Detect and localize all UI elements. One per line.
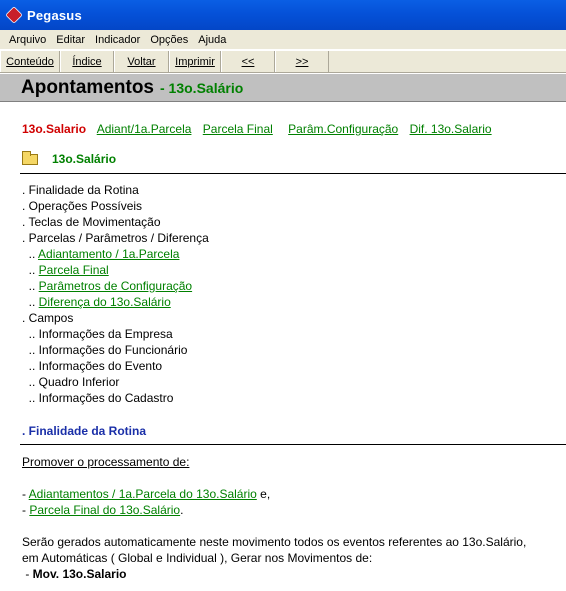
contents-button[interactable]: Conteúdo	[0, 51, 60, 72]
toc-item: .. Informações da Empresa	[22, 326, 209, 342]
toc-item-label: Quadro Inferior	[38, 375, 120, 389]
toc-item-prefix: ..	[22, 391, 39, 405]
menu-indicador[interactable]: Indicador	[90, 34, 145, 46]
toc-item: . Campos	[22, 310, 209, 326]
toc-item-prefix: ..	[22, 327, 39, 341]
divider-finalidade	[20, 444, 566, 445]
toc-item: .. Informações do Funcionário	[22, 342, 209, 358]
toc-item: . Operações Possíveis	[22, 198, 209, 214]
help-toolbar: Conteúdo Índice Voltar Imprimir << >>	[0, 50, 566, 73]
toc-item[interactable]: .. Adiantamento / 1a.Parcela	[22, 246, 209, 262]
mov-13o-salario: Mov. 13o.Salario	[32, 567, 127, 581]
item-adiantamentos: - Adiantamentos / 1a.Parcela do 13o.Salá…	[22, 486, 566, 502]
toc-item: .. Informações do Cadastro	[22, 390, 209, 406]
toc-item-prefix: ..	[22, 359, 39, 373]
toc-item-label: Finalidade da Rotina	[28, 183, 139, 197]
toc-item-label: Informações da Empresa	[38, 327, 173, 341]
toc-item: . Teclas de Movimentação	[22, 214, 209, 230]
menubar: Arquivo Editar Indicador Opções Ajuda	[0, 30, 566, 49]
folder-icon	[22, 150, 38, 165]
toc-item-prefix: .	[22, 311, 29, 325]
window-titlebar: Pegasus	[0, 0, 566, 30]
toc-item-link[interactable]: Parcela Final	[39, 263, 109, 277]
toc-item-label: Teclas de Movimentação	[28, 215, 161, 229]
menu-arquivo[interactable]: Arquivo	[4, 34, 51, 46]
pegasus-app-icon	[5, 6, 23, 24]
mov-line: - Mov. 13o.Salario	[22, 566, 566, 582]
nav-link-param-config[interactable]: Parâm.Configuração	[288, 122, 398, 136]
print-button[interactable]: Imprimir	[169, 51, 221, 72]
table-of-contents: . Finalidade da Rotina. Operações Possív…	[22, 182, 209, 406]
paragraph-line1: Serão gerados automaticamente neste movi…	[22, 535, 527, 549]
toc-item-link[interactable]: Diferença do 13o.Salário	[39, 295, 171, 309]
back-button[interactable]: Voltar	[114, 51, 169, 72]
promover-text: Promover o processamento de:	[22, 455, 190, 469]
toc-item-label: Parcelas / Parâmetros / Diferença	[28, 231, 209, 245]
previous-topic-button[interactable]: <<	[221, 51, 275, 72]
item1-prefix: -	[22, 487, 29, 501]
section-header: 13o.Salário	[22, 150, 117, 166]
toc-item: . Parcelas / Parâmetros / Diferença	[22, 230, 209, 246]
nav-link-adiant[interactable]: Adiant/1a.Parcela	[97, 122, 192, 136]
toc-item-link[interactable]: Adiantamento / 1a.Parcela	[38, 247, 179, 261]
toc-item-link[interactable]: Parâmetros de Configuração	[39, 279, 192, 293]
menu-editar[interactable]: Editar	[51, 34, 90, 46]
toc-item[interactable]: .. Parâmetros de Configuração	[22, 278, 209, 294]
toc-item-prefix: .	[22, 231, 29, 245]
link-adiantamentos[interactable]: Adiantamentos / 1a.Parcela do 13o.Salári…	[29, 487, 257, 501]
toc-item-prefix: ..	[22, 263, 39, 277]
mov-prefix: -	[22, 567, 33, 581]
nav-link-parcela-final[interactable]: Parcela Final	[203, 122, 273, 136]
topic-title: Apontamentos	[21, 76, 154, 98]
toc-item-prefix: .	[22, 199, 29, 213]
promover-line: Promover o processamento de:	[22, 454, 566, 470]
toc-item-prefix: ..	[22, 279, 39, 293]
toc-item-prefix: ..	[22, 247, 39, 261]
toc-item-prefix: ..	[22, 295, 39, 309]
toc-item-label: Informações do Cadastro	[38, 391, 174, 405]
toc-item-prefix: .	[22, 183, 29, 197]
section-title: 13o.Salário	[52, 152, 117, 166]
topic-nav: 13o.Salario Adiant/1a.Parcela Parcela Fi…	[22, 122, 500, 136]
window-title: Pegasus	[27, 7, 82, 23]
menu-opcoes[interactable]: Opções	[145, 34, 193, 46]
topic-header: Apontamentos - 13o.Salário	[0, 74, 566, 102]
toc-item: . Finalidade da Rotina	[22, 182, 209, 198]
topic-subtitle: - 13o.Salário	[160, 79, 244, 96]
finalidade-heading: . Finalidade da Rotina	[22, 424, 147, 438]
paragraph-line2: em Automáticas ( Global e Individual ), …	[22, 551, 373, 565]
toc-item[interactable]: .. Parcela Final	[22, 262, 209, 278]
item1-suffix: e,	[256, 487, 271, 501]
menu-ajuda[interactable]: Ajuda	[193, 34, 231, 46]
toc-item-prefix: ..	[22, 375, 39, 389]
toc-item-prefix: ..	[22, 343, 39, 357]
divider-top	[20, 173, 566, 174]
item2-suffix: .	[180, 503, 184, 517]
nav-link-dif-13o[interactable]: Dif. 13o.Salario	[410, 122, 492, 136]
toc-item[interactable]: .. Diferença do 13o.Salário	[22, 294, 209, 310]
help-content: Apontamentos - 13o.Salário 13o.Salario A…	[0, 74, 566, 591]
toc-item-label: Operações Possíveis	[28, 199, 143, 213]
item-parcela-final: - Parcela Final do 13o.Salário.	[22, 502, 566, 518]
toc-item-label: Informações do Funcionário	[38, 343, 188, 357]
link-parcela-final[interactable]: Parcela Final do 13o.Salário	[29, 503, 180, 517]
toc-item: .. Informações do Evento	[22, 358, 209, 374]
next-topic-button[interactable]: >>	[275, 51, 329, 72]
index-button[interactable]: Índice	[60, 51, 114, 72]
nav-current-topic: 13o.Salario	[22, 122, 87, 136]
toc-item: .. Quadro Inferior	[22, 374, 209, 390]
toc-item-label: Campos	[28, 311, 74, 325]
toc-item-label: Informações do Evento	[38, 359, 163, 373]
